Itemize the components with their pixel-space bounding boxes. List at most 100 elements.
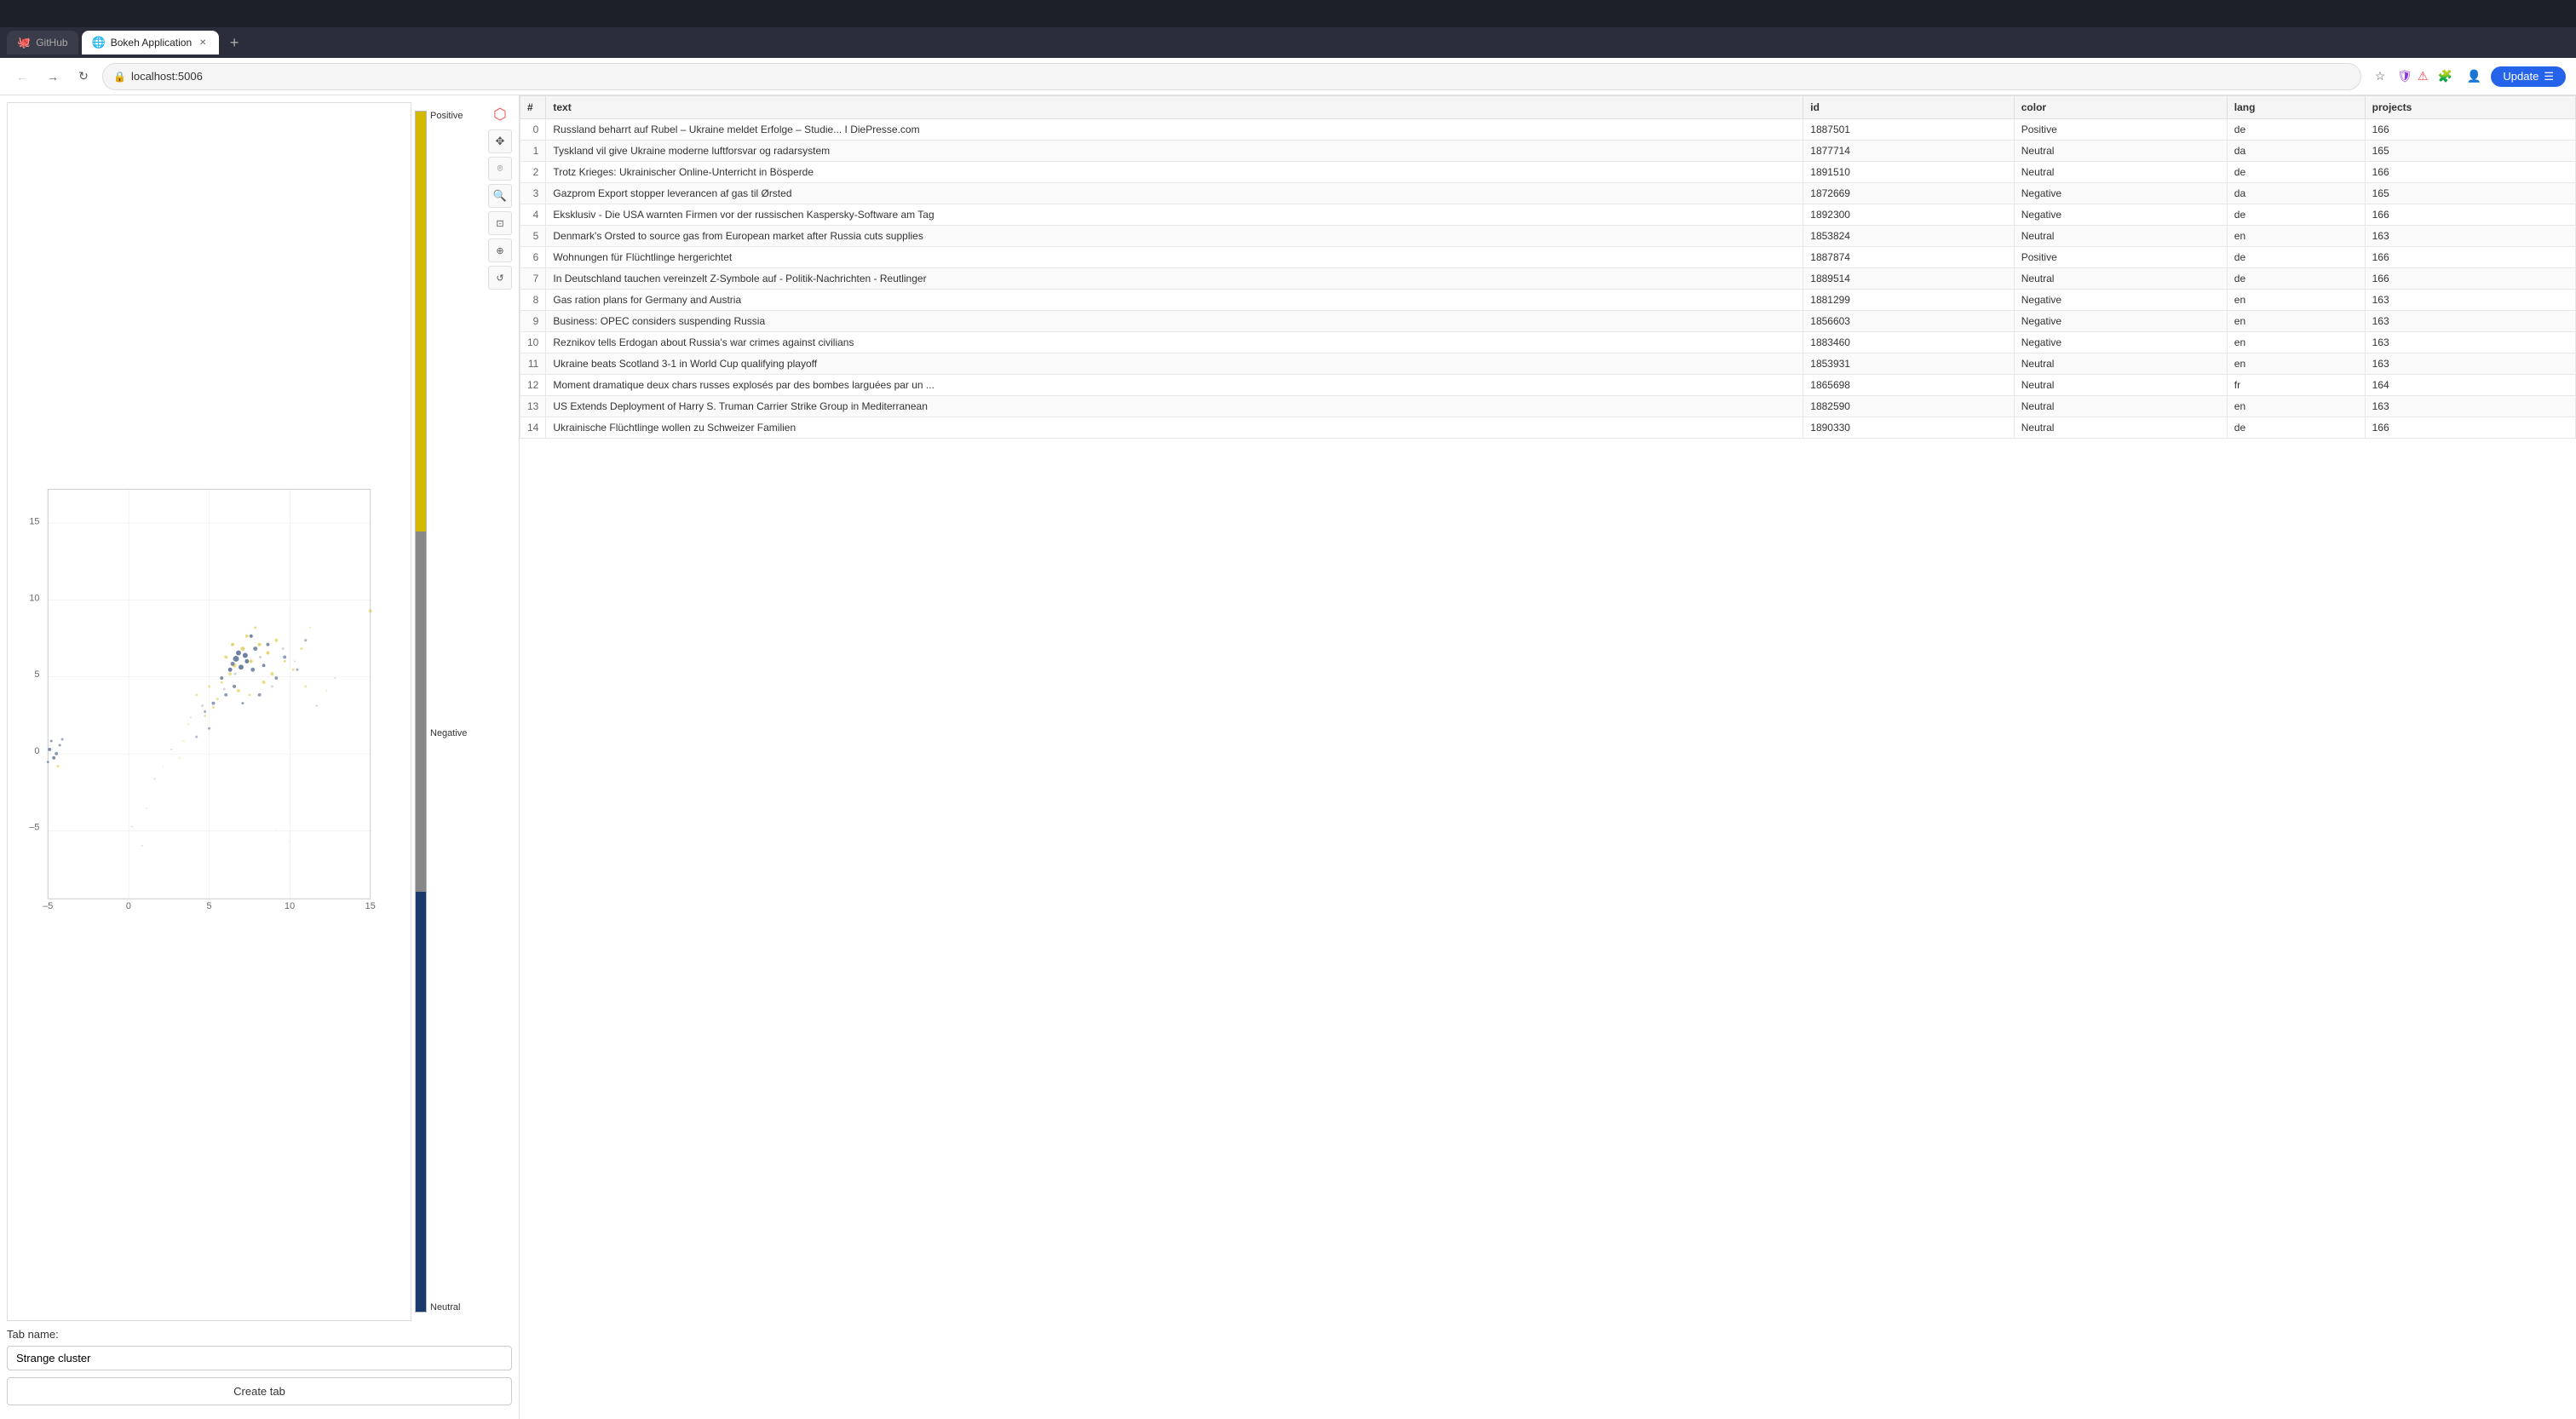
pan-tool-button[interactable]: ✥ bbox=[488, 129, 512, 153]
update-button[interactable]: Update ☰ bbox=[2491, 66, 2566, 87]
svg-text:5: 5 bbox=[206, 901, 211, 911]
cell-color: Neutral bbox=[2014, 226, 2227, 247]
cell-num: 3 bbox=[520, 183, 546, 204]
box-zoom-button[interactable]: ⊡ bbox=[488, 211, 512, 235]
main-content: 15 10 5 0 –5 –5 0 5 10 15 bbox=[0, 95, 2576, 1419]
tab-bokeh[interactable]: 🌐 Bokeh Application ✕ bbox=[82, 31, 220, 55]
cell-text: Moment dramatique deux chars russes expl… bbox=[546, 375, 1803, 396]
cell-color: Neutral bbox=[2014, 396, 2227, 417]
tab-name-input[interactable] bbox=[7, 1346, 512, 1370]
bokeh-favicon: 🌐 bbox=[92, 36, 106, 49]
svg-text:5: 5 bbox=[34, 669, 39, 680]
cell-color: Neutral bbox=[2014, 417, 2227, 439]
cell-num: 0 bbox=[520, 119, 546, 141]
scatter-plot: 15 10 5 0 –5 –5 0 5 10 15 bbox=[7, 102, 411, 1321]
cell-projects: 166 bbox=[2365, 268, 2575, 290]
cell-id: 1891510 bbox=[1803, 162, 2014, 183]
extensions-icon[interactable]: 🧩 bbox=[2433, 65, 2457, 89]
cell-color: Negative bbox=[2014, 311, 2227, 332]
table-header-row: # text id color lang projects bbox=[520, 96, 2576, 119]
reload-button[interactable]: ↻ bbox=[72, 65, 95, 89]
github-favicon: 🐙 bbox=[17, 36, 31, 49]
lasso-select-button[interactable]: ⌾ bbox=[488, 157, 512, 181]
cell-projects: 163 bbox=[2365, 290, 2575, 311]
forward-button[interactable]: → bbox=[41, 65, 65, 89]
hover-button[interactable]: ⊕ bbox=[488, 238, 512, 262]
cell-color: Positive bbox=[2014, 119, 2227, 141]
warning-icon: ⚠ bbox=[2418, 69, 2429, 83]
svg-text:0: 0 bbox=[34, 746, 39, 756]
cell-lang: en bbox=[2227, 353, 2365, 375]
col-header-projects: projects bbox=[2365, 96, 2575, 119]
cell-num: 2 bbox=[520, 162, 546, 183]
cell-color: Neutral bbox=[2014, 162, 2227, 183]
table-row: 11 Ukraine beats Scotland 3-1 in World C… bbox=[520, 353, 2576, 375]
lock-icon: 🔒 bbox=[113, 71, 126, 83]
cell-id: 1882590 bbox=[1803, 396, 2014, 417]
col-header-id: id bbox=[1803, 96, 2014, 119]
bokeh-tab-label: Bokeh Application bbox=[111, 37, 192, 49]
tab-name-label: Tab name: bbox=[7, 1328, 512, 1341]
tab-github[interactable]: 🐙 GitHub bbox=[7, 31, 78, 55]
cell-id: 1853931 bbox=[1803, 353, 2014, 375]
cell-text: Wohnungen für Flüchtlinge hergerichtet bbox=[546, 247, 1803, 268]
table-row: 5 Denmark's Orsted to source gas from Eu… bbox=[520, 226, 2576, 247]
cell-id: 1881299 bbox=[1803, 290, 2014, 311]
cell-num: 9 bbox=[520, 311, 546, 332]
zoom-button[interactable]: 🔍 bbox=[488, 184, 512, 208]
cell-lang: da bbox=[2227, 141, 2365, 162]
cell-id: 1887874 bbox=[1803, 247, 2014, 268]
cell-num: 12 bbox=[520, 375, 546, 396]
profile-icon[interactable]: 👤 bbox=[2462, 65, 2486, 89]
cell-id: 1877714 bbox=[1803, 141, 2014, 162]
cell-id: 1883460 bbox=[1803, 332, 2014, 353]
tab-close-bokeh[interactable]: ✕ bbox=[197, 37, 209, 49]
cell-num: 6 bbox=[520, 247, 546, 268]
plot-row: 15 10 5 0 –5 –5 0 5 10 15 bbox=[7, 102, 512, 1321]
address-bar[interactable] bbox=[131, 70, 2350, 83]
back-button[interactable]: ← bbox=[10, 65, 34, 89]
svg-text:–5: –5 bbox=[29, 822, 39, 832]
col-header-lang: lang bbox=[2227, 96, 2365, 119]
cell-text: Russland beharrt auf Rubel – Ukraine mel… bbox=[546, 119, 1803, 141]
cell-projects: 166 bbox=[2365, 119, 2575, 141]
cell-num: 4 bbox=[520, 204, 546, 226]
svg-text:10: 10 bbox=[285, 901, 295, 911]
cell-lang: de bbox=[2227, 204, 2365, 226]
cell-text: Gas ration plans for Germany and Austria bbox=[546, 290, 1803, 311]
svg-text:10: 10 bbox=[29, 593, 39, 603]
cell-text: Business: OPEC considers suspending Russ… bbox=[546, 311, 1803, 332]
svg-text:15: 15 bbox=[365, 901, 376, 911]
table-row: 6 Wohnungen für Flüchtlinge hergerichtet… bbox=[520, 247, 2576, 268]
cell-id: 1865698 bbox=[1803, 375, 2014, 396]
github-tab-label: GitHub bbox=[36, 37, 67, 49]
svg-text:0: 0 bbox=[126, 901, 131, 911]
cell-color: Neutral bbox=[2014, 141, 2227, 162]
cell-projects: 163 bbox=[2365, 226, 2575, 247]
table-row: 4 Eksklusiv - Die USA warnten Firmen vor… bbox=[520, 204, 2576, 226]
cell-color: Neutral bbox=[2014, 268, 2227, 290]
bookmarks-icon[interactable]: ☆ bbox=[2368, 65, 2392, 89]
cell-projects: 163 bbox=[2365, 311, 2575, 332]
tab-bar: 🐙 GitHub 🌐 Bokeh Application ✕ + bbox=[0, 27, 2576, 58]
bokeh-logo-icon: ⬡ bbox=[488, 102, 512, 126]
cell-num: 10 bbox=[520, 332, 546, 353]
col-header-color: color bbox=[2014, 96, 2227, 119]
reset-button[interactable]: ↺ bbox=[488, 266, 512, 290]
plot-svg: 15 10 5 0 –5 –5 0 5 10 15 bbox=[8, 103, 411, 1320]
cell-color: Negative bbox=[2014, 332, 2227, 353]
cell-lang: en bbox=[2227, 226, 2365, 247]
cell-num: 8 bbox=[520, 290, 546, 311]
data-table: # text id color lang projects 0 Russland… bbox=[520, 95, 2576, 439]
svg-text:15: 15 bbox=[29, 517, 39, 527]
cell-text: Tyskland vil give Ukraine moderne luftfo… bbox=[546, 141, 1803, 162]
create-tab-button[interactable]: Create tab bbox=[7, 1377, 512, 1405]
cell-id: 1853824 bbox=[1803, 226, 2014, 247]
new-tab-button[interactable]: + bbox=[222, 31, 246, 55]
cell-lang: en bbox=[2227, 290, 2365, 311]
cell-num: 11 bbox=[520, 353, 546, 375]
positive-legend-label: Positive bbox=[430, 111, 481, 121]
table-row: 0 Russland beharrt auf Rubel – Ukraine m… bbox=[520, 119, 2576, 141]
cell-text: Ukrainische Flüchtlinge wollen zu Schwei… bbox=[546, 417, 1803, 439]
address-bar-wrapper: 🔒 bbox=[102, 63, 2361, 90]
